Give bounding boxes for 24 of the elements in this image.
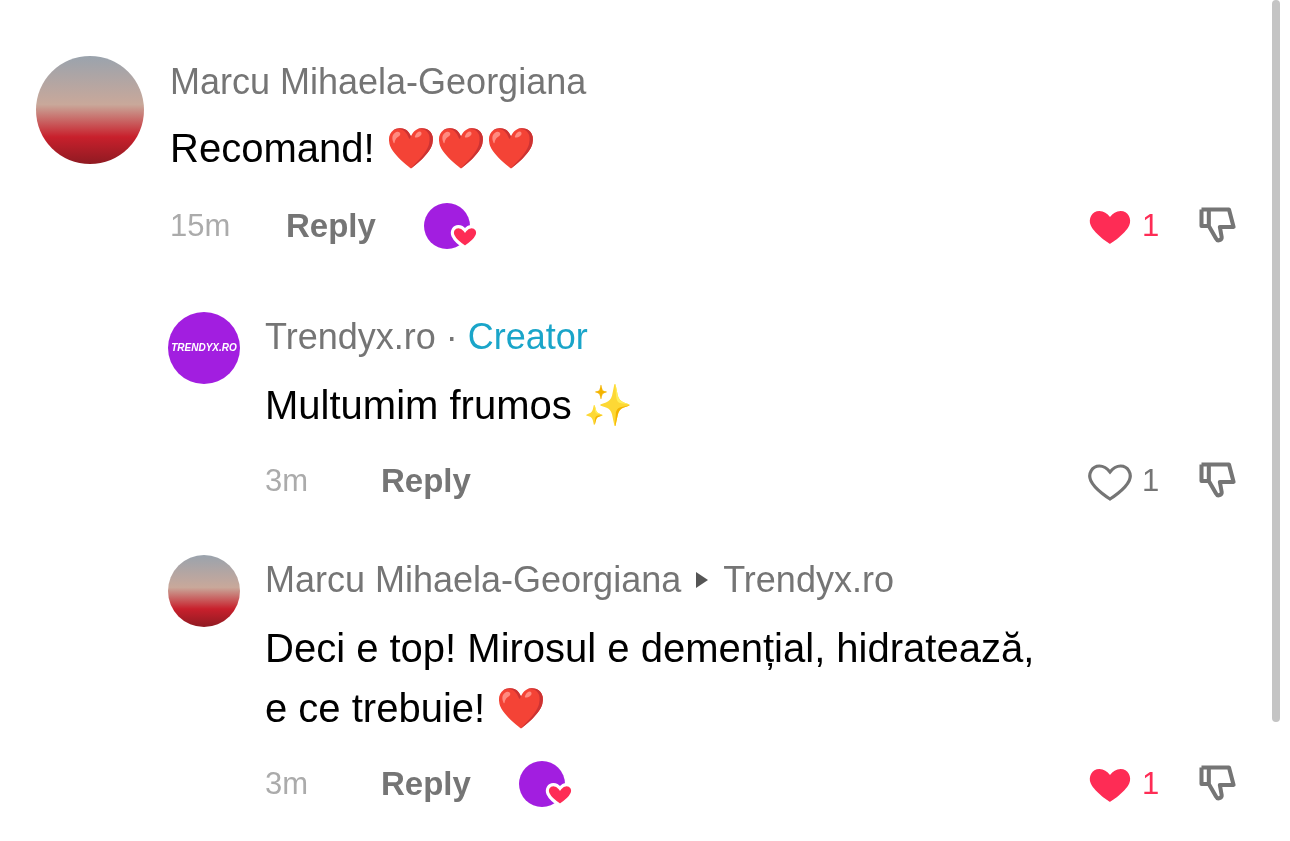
comment-time: 3m — [265, 461, 310, 500]
like-count: 1 — [1142, 461, 1160, 500]
like-button[interactable]: 1 — [1086, 202, 1196, 250]
creator-label: Creator — [467, 315, 588, 359]
like-count: 1 — [1142, 206, 1160, 245]
reply-button[interactable]: Reply — [286, 201, 376, 251]
like-button[interactable]: 1 — [1086, 457, 1196, 505]
like-button[interactable]: 1 — [1086, 760, 1196, 808]
comment-text: Multumim frumos ✨ — [265, 381, 634, 430]
author-name[interactable]: Marcu Mihaela-Georgiana — [265, 553, 682, 607]
author-name[interactable]: Trendyx.ro — [265, 310, 436, 364]
comment-time: 15m — [170, 206, 232, 245]
reply-to-name[interactable]: Trendyx.ro — [723, 553, 894, 607]
author-name[interactable]: Marcu Mihaela-Georgiana — [170, 55, 587, 109]
comment-text: Recomand! ❤❤❤ — [170, 124, 537, 173]
reply-button[interactable]: Reply — [381, 759, 471, 809]
separator-dot: · — [445, 315, 458, 359]
reply-button[interactable]: Reply — [381, 456, 471, 506]
like-count: 1 — [1142, 764, 1160, 803]
avatar-logo[interactable]: TRENDYX.RO — [168, 312, 240, 384]
caret-icon — [695, 571, 710, 589]
comment-time: 3m — [265, 764, 310, 803]
comment-text: Deci e top! Mirosul e demențial, hidratează, e ce trebuie! ❤ — [265, 625, 1036, 733]
logo-text: TRENDYX.RO — [171, 343, 237, 353]
